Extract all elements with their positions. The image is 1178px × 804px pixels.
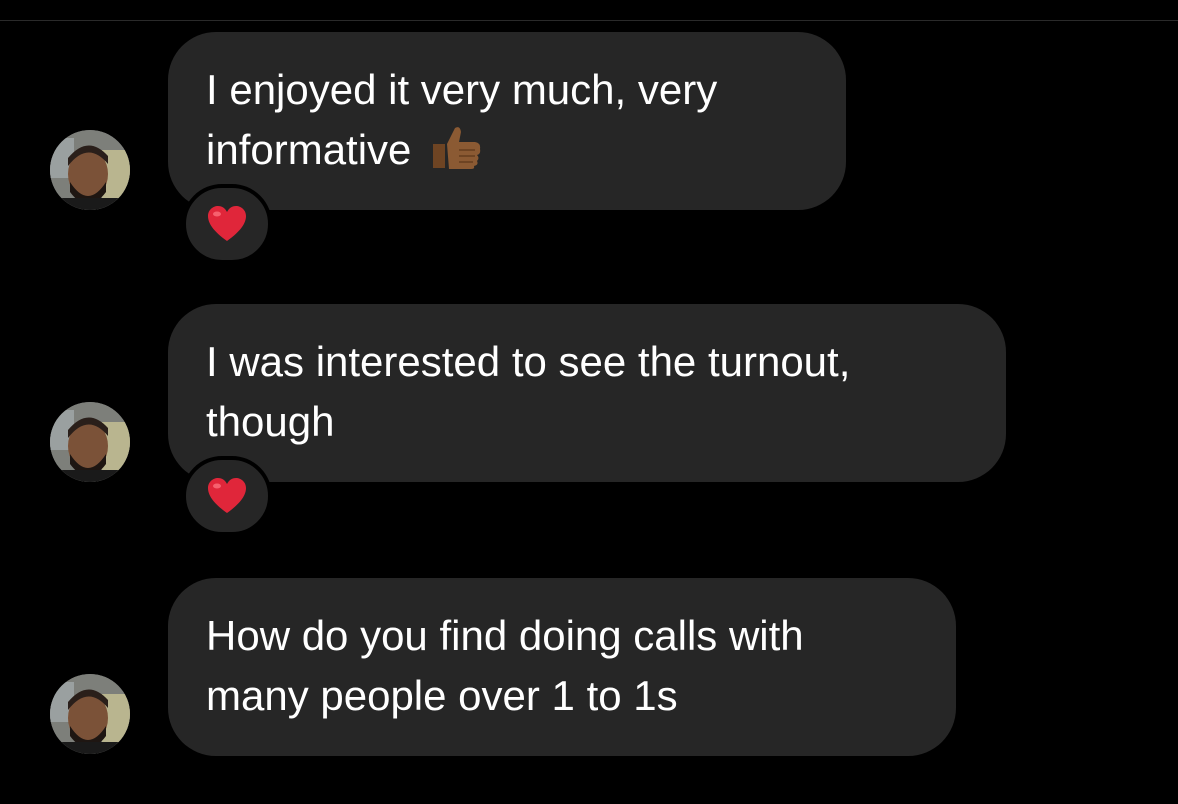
message-text-line2: though (206, 398, 335, 445)
reaction-badge[interactable] (182, 456, 272, 536)
avatar-image (50, 402, 130, 482)
avatar-image (50, 674, 130, 754)
message-bubble[interactable]: I was interested to see the turnout, tho… (168, 304, 1006, 482)
message-text-line1: I was interested to see the turnout, (206, 338, 851, 385)
message-bubble[interactable]: I enjoyed it very much, very informative (168, 32, 846, 210)
message-bubble[interactable]: How do you find doing calls with many pe… (168, 578, 956, 756)
avatar[interactable] (50, 674, 130, 754)
heart-icon (208, 478, 246, 513)
avatar[interactable] (50, 130, 130, 210)
avatar[interactable] (50, 402, 130, 482)
top-divider (0, 20, 1178, 21)
message-text-line2: informative (206, 120, 806, 180)
reaction-badge[interactable] (182, 184, 272, 264)
thumbs-up-icon (433, 127, 481, 169)
message-text-word: informative (206, 126, 412, 173)
chat-screen: I enjoyed it very much, very informative (0, 0, 1178, 804)
message-text-line1: I enjoyed it very much, very (206, 66, 718, 113)
heart-icon (208, 206, 246, 241)
message-text-line1: How do you find doing calls with (206, 612, 804, 659)
message-text-line2: many people over 1 to 1s (206, 672, 678, 719)
avatar-image (50, 130, 130, 210)
